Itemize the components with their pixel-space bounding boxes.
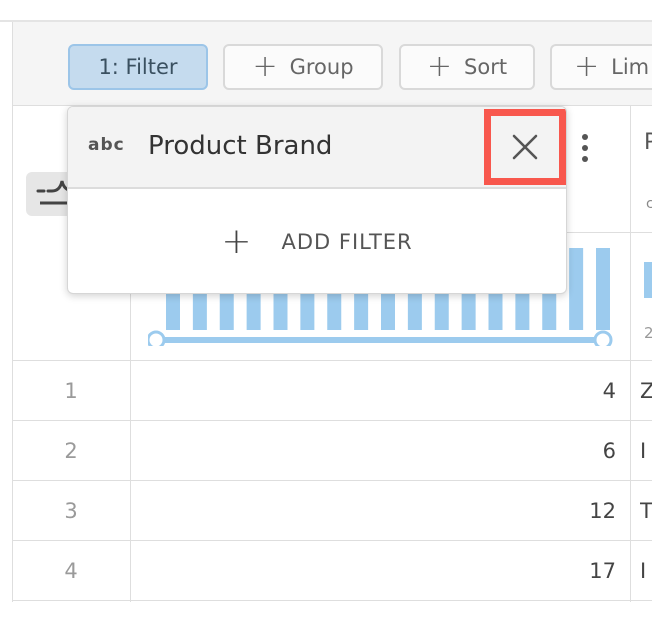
table-cell[interactable]: 12 (132, 481, 616, 541)
add-limit-button[interactable]: + Lim (550, 44, 652, 90)
next-column-header-partial[interactable]: P (644, 130, 652, 155)
table-cell-partial[interactable]: I (640, 541, 652, 601)
query-toolbar: 1: Filter + Group + Sort + Lim (12, 22, 652, 106)
histogram-bar (596, 248, 610, 330)
next-column-subheader-partial: c (646, 196, 652, 212)
plus-icon: + (574, 49, 600, 84)
plus-icon: + (252, 49, 278, 84)
table-cell[interactable]: 4 (132, 361, 616, 421)
remove-filter-button[interactable] (484, 109, 566, 185)
row-number: 4 (64, 559, 78, 583)
row-number: 2 (64, 439, 78, 463)
text-type-icon: abc (88, 135, 125, 155)
sort-button-label: Sort (464, 55, 508, 79)
table-cell[interactable]: 6 (132, 421, 616, 481)
table-cell[interactable]: 17 (132, 541, 616, 601)
add-group-button[interactable]: + Group (223, 44, 383, 90)
column-menu-icon[interactable] (582, 134, 590, 164)
close-icon (512, 134, 538, 160)
row-number: 3 (64, 499, 78, 523)
add-filter-button[interactable]: + ADD FILTER (68, 189, 566, 293)
table-cell-partial[interactable]: Z (640, 361, 652, 421)
plus-icon: + (221, 221, 252, 262)
add-filter-label: ADD FILTER (281, 230, 413, 254)
filter-row[interactable]: abc Product Brand (68, 107, 566, 189)
add-sort-button[interactable]: + Sort (399, 44, 535, 90)
filter-button[interactable]: 1: Filter (68, 44, 208, 90)
histogram-bar (569, 248, 584, 330)
filter-popover: abc Product Brand + ADD FILTER (67, 106, 567, 294)
plus-icon: + (426, 49, 453, 84)
limit-button-label: Lim (611, 55, 650, 79)
range-slider-min-handle[interactable] (148, 330, 166, 346)
range-slider-max-handle[interactable] (593, 330, 613, 346)
column-divider (630, 106, 631, 602)
next-column-histogram-partial (644, 262, 652, 298)
row-number: 1 (64, 379, 78, 403)
filter-field-name: Product Brand (148, 131, 333, 161)
table-cell-partial[interactable]: I (640, 421, 652, 481)
filter-button-label: 1: Filter (98, 55, 178, 79)
next-column-stat-partial: 2 (644, 324, 652, 342)
group-button-label: Group (289, 55, 354, 79)
table-cell-partial[interactable]: T (640, 481, 652, 541)
